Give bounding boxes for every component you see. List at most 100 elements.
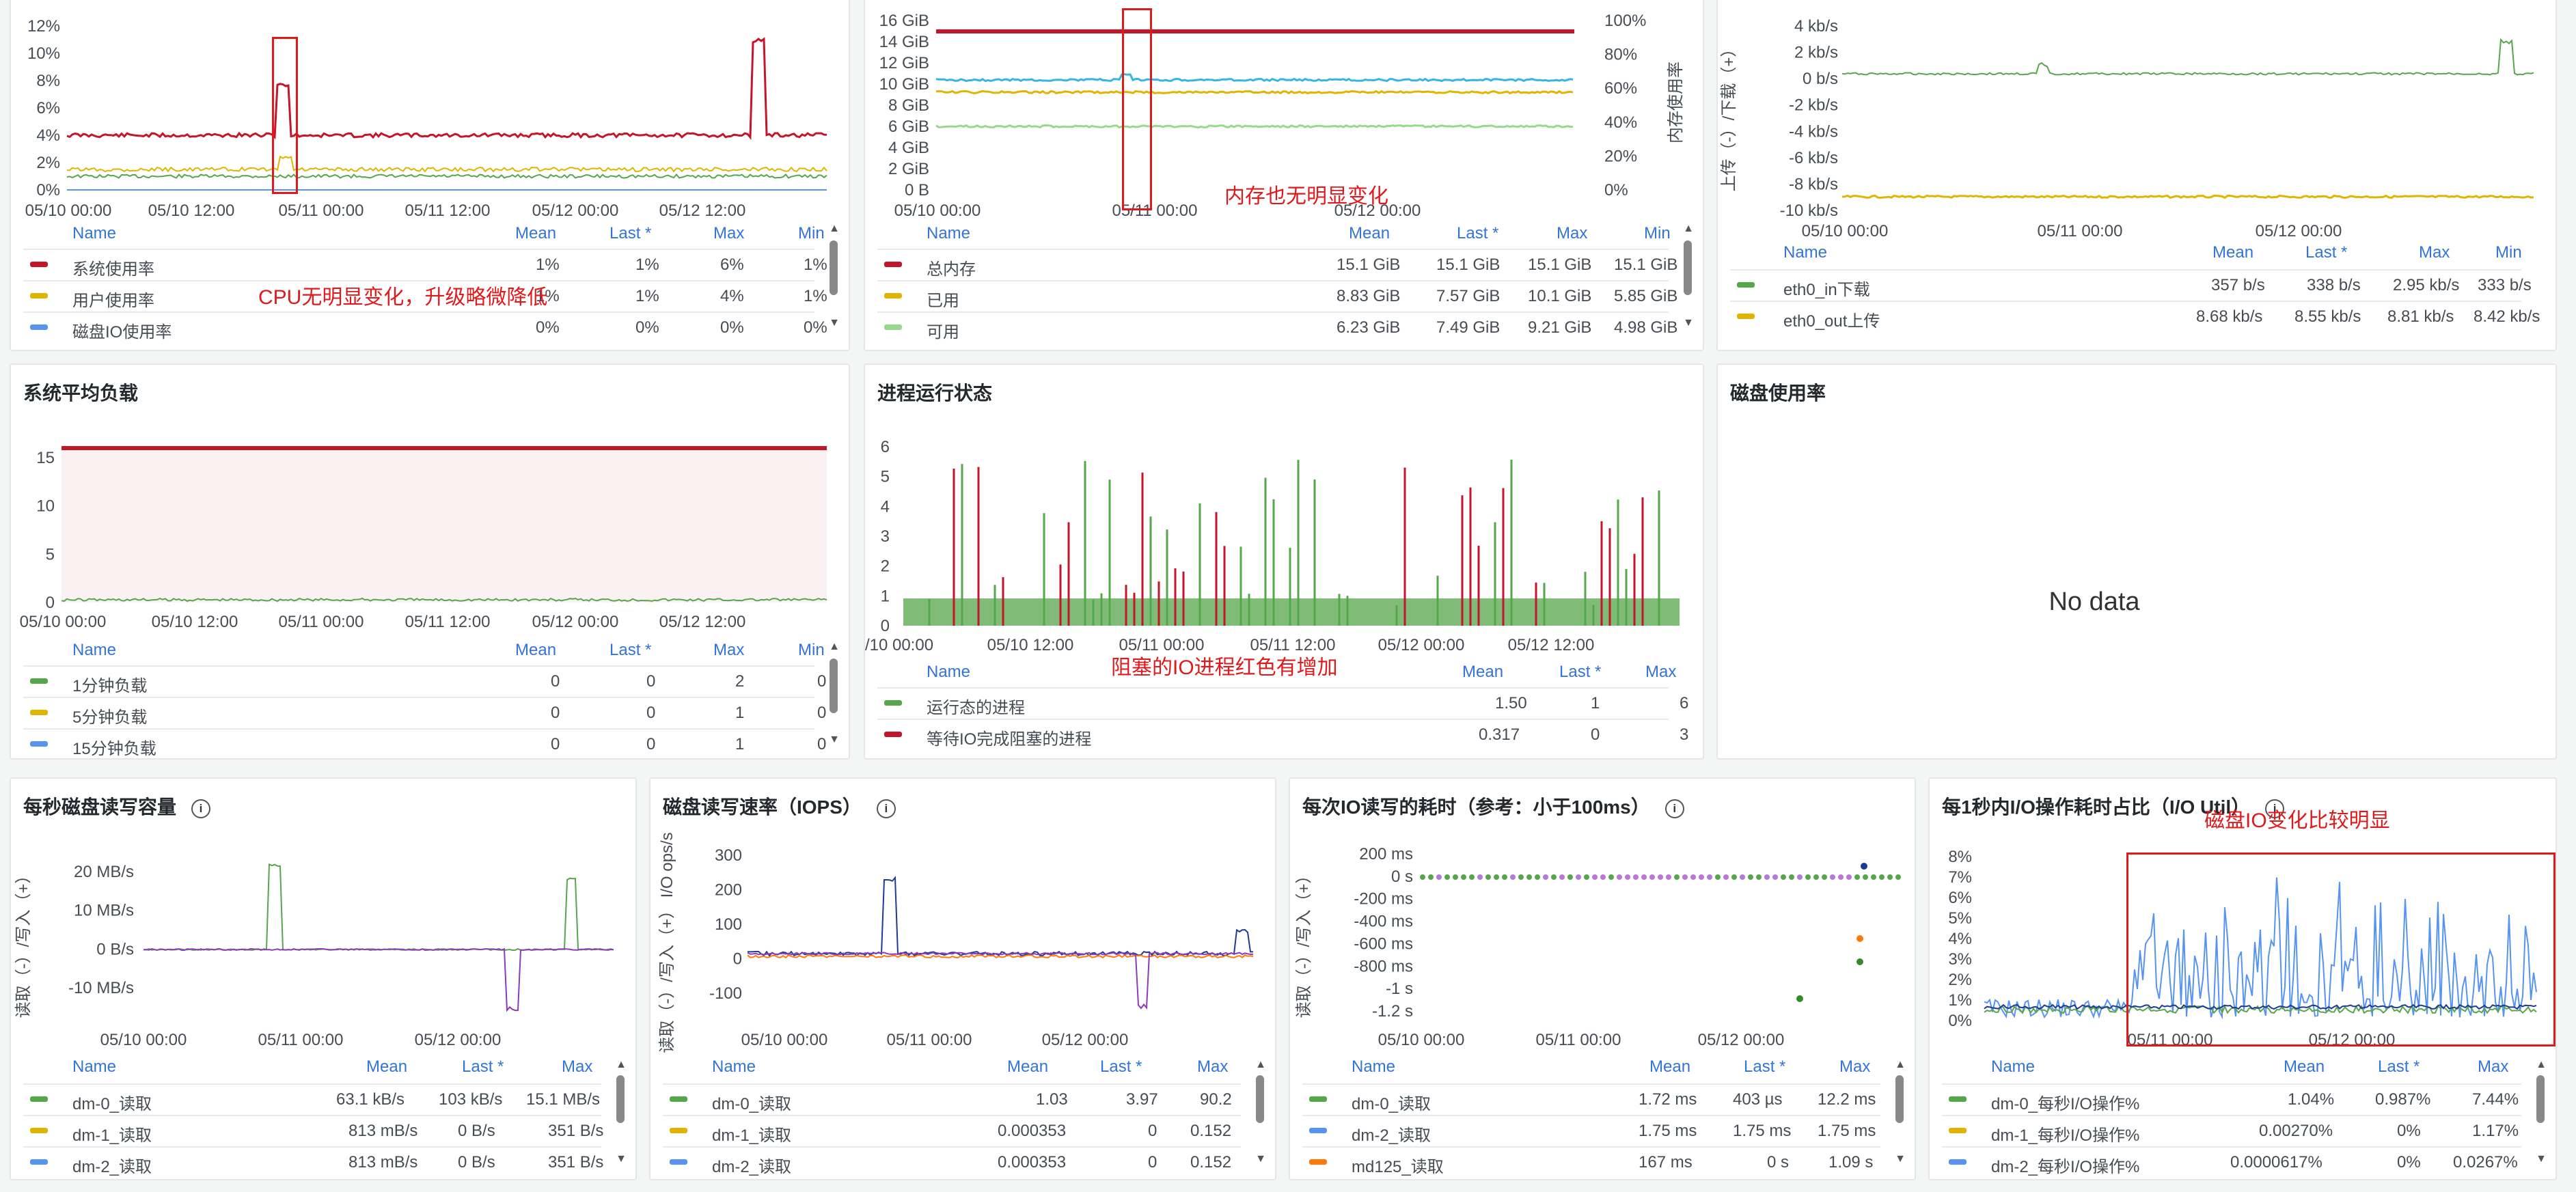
latency-point — [1723, 874, 1729, 880]
y-tick-label: 20 MB/s — [74, 863, 134, 881]
y-tick-label: 4 GiB — [888, 139, 929, 157]
latency-point — [1641, 874, 1647, 880]
latency-point — [1559, 874, 1565, 880]
annotation-proc: 阻塞的IO进程红色有增加 — [1111, 656, 1338, 679]
annotation-cpu: CPU无明显变化，升级略微降低 — [258, 286, 548, 309]
latency-point — [1420, 874, 1425, 880]
x-tick-label: 05/10 00:00 — [741, 1031, 828, 1049]
y-tick-label: 8% — [1948, 848, 1972, 866]
y-tick-label: 8% — [36, 72, 60, 90]
y-tick-label: 5% — [1948, 909, 1972, 928]
y-tick-label: 1 — [881, 587, 890, 605]
y-tick-label: 0% — [1604, 181, 1628, 199]
series-line — [747, 954, 1254, 959]
x-tick-label: 05/11 00:00 — [886, 1031, 972, 1049]
y-tick-label: 0 — [733, 950, 742, 969]
y-tick-label: 0 — [46, 594, 55, 612]
x-tick-label: 05/11 12:00 — [405, 613, 490, 631]
y-tick-label: 200 ms — [1359, 845, 1413, 863]
x-tick-label: 05/11 00:00 — [2037, 222, 2122, 240]
x-tick-label: 05/10 12:00 — [987, 636, 1074, 654]
y-tick-label: 16 GiB — [879, 12, 929, 30]
latency-point — [1871, 874, 1876, 880]
x-tick-label: 05/10 00:00 — [1802, 222, 1889, 240]
y-tick-label: 3% — [1948, 950, 1972, 969]
y-tick-label: 10 MB/s — [74, 902, 134, 920]
y-tick-label: 10 GiB — [879, 75, 929, 94]
y-tick-label: -100 — [709, 984, 742, 1003]
y-tick-label: 0 — [881, 617, 890, 635]
y-tick-label: 100% — [1604, 12, 1646, 30]
series-line — [1841, 38, 2534, 76]
x-tick-label: 05/12 12:00 — [1508, 636, 1595, 654]
latency-point — [1469, 874, 1475, 880]
series-line — [747, 876, 1253, 957]
latency-point — [1805, 874, 1811, 880]
latency-point — [1576, 874, 1581, 880]
latency-point — [1444, 874, 1450, 880]
x-tick-label: 05/10 00:00 — [894, 202, 981, 220]
y-tick-label: 4% — [36, 126, 60, 145]
latency-point — [1428, 874, 1434, 880]
y-tick-label: 0 s — [1391, 868, 1413, 886]
latency-point — [1477, 874, 1483, 880]
x-tick-label: 05/12 00:00 — [532, 613, 619, 631]
latency-point — [1764, 874, 1770, 880]
y-tick-label: 4 — [881, 497, 890, 516]
latency-point — [1682, 874, 1688, 880]
y-tick-label: 0 B — [905, 181, 929, 199]
latency-point — [1502, 874, 1507, 880]
annotation-mem: 内存也无明显变化 — [1224, 185, 1388, 208]
y-tick-label: 0% — [1948, 1012, 1972, 1030]
latency-point — [1600, 874, 1606, 880]
x-tick-label: 05/12 00:00 — [532, 202, 619, 220]
x-tick-label: 05/12 12:00 — [659, 202, 746, 220]
series-line — [935, 73, 1574, 83]
x-tick-label: 05/12 00:00 — [2256, 222, 2342, 240]
latency-point — [1526, 874, 1532, 880]
latency-point — [1551, 874, 1557, 880]
latency-point — [1633, 874, 1639, 880]
x-tick-label: /10 00:00 — [865, 636, 933, 654]
y-tick-label: 200 — [715, 881, 742, 900]
latency-point — [1838, 874, 1844, 880]
latency-point — [1494, 874, 1499, 880]
x-tick-label: 05/12 00:00 — [1698, 1031, 1785, 1049]
annotation-box-mem — [1122, 8, 1152, 210]
x-tick-label: 05/11 00:00 — [258, 1031, 343, 1049]
latency-point — [1625, 874, 1630, 880]
y-axis-label: 读取（-）/写入（+） I/O ops/s — [658, 832, 676, 1053]
x-tick-label: 05/12 00:00 — [415, 1031, 502, 1049]
latency-point — [1772, 874, 1778, 880]
latency-point — [1535, 874, 1540, 880]
y-tick-label: 12 GiB — [879, 54, 929, 72]
latency-point — [1699, 874, 1704, 880]
y-tick-label: 2 — [881, 557, 890, 576]
series-line — [66, 155, 827, 173]
y-tick-label: 14 GiB — [879, 33, 929, 51]
latency-point — [1715, 874, 1721, 880]
series-line — [936, 89, 1574, 95]
latency-point — [1756, 874, 1762, 880]
y-tick-label: 6 GiB — [888, 117, 929, 136]
latency-point — [1510, 874, 1516, 880]
latency-point — [1543, 874, 1548, 880]
latency-point — [1436, 874, 1442, 880]
y-axis-label: 读取（-）/写入（+） — [14, 868, 33, 1018]
y-tick-label: 40% — [1604, 113, 1637, 132]
y-tick-label: -8 kb/s — [1789, 175, 1838, 193]
y-tick-label: 80% — [1604, 46, 1637, 64]
y-tick-label: -600 ms — [1354, 934, 1413, 953]
x-tick-label: 05/10 12:00 — [152, 613, 238, 631]
latency-point — [1854, 874, 1860, 880]
y-tick-label: 4 kb/s — [1794, 17, 1838, 36]
series-line — [66, 173, 827, 179]
running-area — [903, 598, 1680, 626]
latency-point — [1731, 874, 1737, 880]
y-tick-label: 10% — [27, 44, 60, 63]
latency-point — [1846, 874, 1852, 880]
latency-point — [1707, 874, 1712, 880]
y-tick-label: 3 — [881, 527, 890, 546]
x-tick-label: 05/11 00:00 — [278, 202, 364, 220]
y-tick-label: 0 B/s — [96, 940, 134, 958]
